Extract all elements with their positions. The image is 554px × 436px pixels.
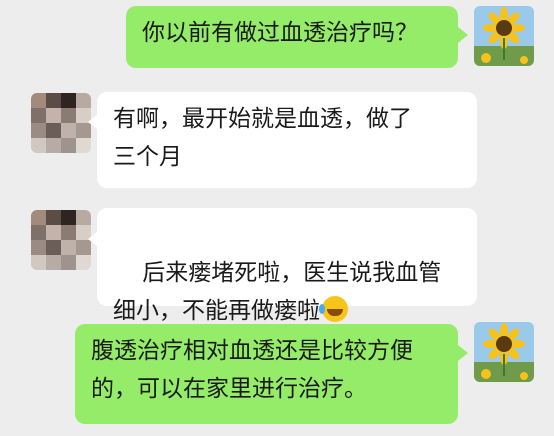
bubble-tail [458, 27, 468, 43]
message-bubble-1[interactable]: 你以前有做过血透治疗吗？ [126, 6, 458, 68]
message-text: 后来瘘堵死啦，医生说我血管 细小，不能再做瘘啦 [113, 260, 442, 324]
message-bubble-4[interactable]: 腹透治疗相对血透还是比较方便 的，可以在家里进行治疗。 [75, 324, 458, 424]
crying-laughing-emoji-icon [319, 296, 348, 322]
my-avatar[interactable] [474, 6, 534, 66]
pixelated-avatar-image [31, 210, 91, 270]
sunflower-icon [474, 6, 534, 66]
my-avatar[interactable] [474, 322, 534, 382]
message-bubble-2[interactable]: 有啊，最开始就是血透，做了 三个月 [97, 92, 477, 188]
sunflower-icon [474, 322, 534, 382]
bubble-tail [458, 345, 468, 361]
contact-avatar[interactable] [31, 93, 91, 153]
message-bubble-3[interactable]: 后来瘘堵死啦，医生说我血管 细小，不能再做瘘啦 [97, 208, 477, 324]
contact-avatar[interactable] [31, 210, 91, 270]
pixelated-avatar-image [31, 93, 91, 153]
